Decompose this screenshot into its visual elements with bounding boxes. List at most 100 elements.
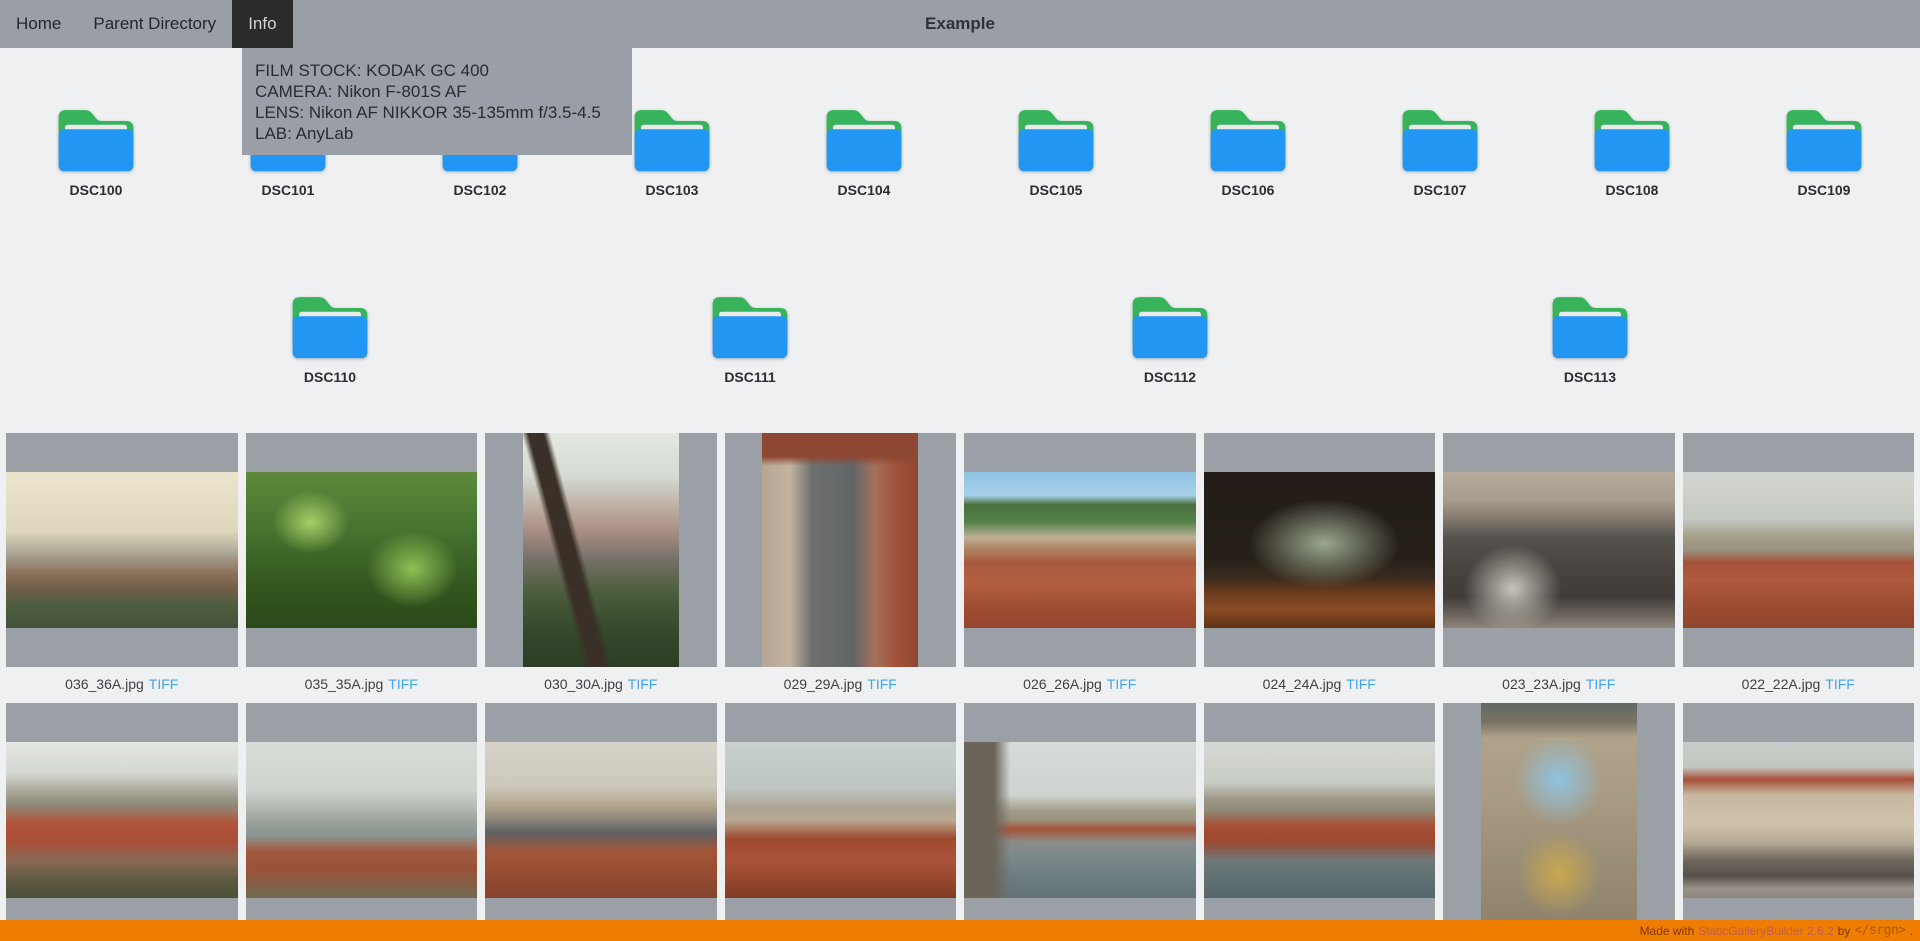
filename-label: 023_23A.jpg <box>1502 676 1581 692</box>
tiff-link[interactable]: TIFF <box>628 676 658 692</box>
photo-caption: 035_35A.jpg TIFF <box>246 667 478 703</box>
filename-label: 026_26A.jpg <box>1023 676 1102 692</box>
folder-grid-row2: DSC110 DSC111 DSC112 <box>0 288 1920 385</box>
photo-image <box>1683 472 1915 628</box>
footer-builder-link[interactable]: StaticGalleryBuilder 2.6.2 <box>1698 924 1833 938</box>
photo-image <box>246 742 478 898</box>
folder-label: DSC101 <box>262 182 315 198</box>
tiff-link[interactable]: TIFF <box>149 676 179 692</box>
tiff-link[interactable]: TIFF <box>388 676 418 692</box>
photo-grid-row2 <box>6 703 1914 941</box>
folder-item[interactable]: DSC112 <box>1124 288 1216 385</box>
folder-cell: DSC100 <box>0 101 192 198</box>
tooltip-line: CAMERA: Nikon F-801S AF <box>255 81 619 102</box>
photo-cell: 024_24A.jpg TIFF <box>1204 433 1436 703</box>
filename-label: 030_30A.jpg <box>544 676 623 692</box>
photo-image <box>1683 742 1915 898</box>
photo-thumbnail[interactable] <box>964 433 1196 667</box>
photo-thumbnail[interactable] <box>725 703 957 937</box>
folder-item[interactable]: DSC110 <box>284 288 376 385</box>
folder-label: DSC108 <box>1606 182 1659 198</box>
folder-icon <box>286 288 374 360</box>
photo-gallery: 036_36A.jpg TIFF 035_35A.jpg TIFF 030_30… <box>6 433 1914 941</box>
folder-icon <box>1126 288 1214 360</box>
photo-thumbnail[interactable] <box>6 703 238 937</box>
folder-label: DSC103 <box>646 182 699 198</box>
photo-cell <box>6 703 238 941</box>
filename-label: 022_22A.jpg <box>1742 676 1821 692</box>
folder-cell: DSC107 <box>1344 101 1536 198</box>
tiff-link[interactable]: TIFF <box>867 676 897 692</box>
folder-label: DSC102 <box>454 182 507 198</box>
folder-cell: DSC111 <box>704 288 796 385</box>
photo-thumbnail[interactable] <box>1683 703 1915 937</box>
photo-image <box>485 742 717 898</box>
folder-cell: DSC109 <box>1728 101 1920 198</box>
folder-icon <box>1012 101 1100 173</box>
photo-thumbnail[interactable] <box>964 703 1196 937</box>
folder-item[interactable]: DSC111 <box>704 288 796 385</box>
photo-image <box>964 742 1196 898</box>
photo-thumbnail[interactable] <box>1204 433 1436 667</box>
folder-cell: DSC110 <box>284 288 376 385</box>
photo-image <box>1204 742 1436 898</box>
folder-item[interactable]: DSC113 <box>1544 288 1636 385</box>
folder-item[interactable]: DSC108 <box>1586 101 1678 198</box>
folder-icon <box>1204 101 1292 173</box>
photo-thumbnail[interactable] <box>1443 703 1675 937</box>
photo-caption: 029_29A.jpg TIFF <box>725 667 957 703</box>
folder-label: DSC113 <box>1564 369 1616 385</box>
folder-item[interactable]: DSC103 <box>626 101 718 198</box>
photo-grid-row1: 036_36A.jpg TIFF 035_35A.jpg TIFF 030_30… <box>6 433 1914 703</box>
photo-caption: 036_36A.jpg TIFF <box>6 667 238 703</box>
folder-icon <box>1546 288 1634 360</box>
nav-item[interactable]: Home <box>0 0 77 48</box>
photo-cell <box>485 703 717 941</box>
photo-thumbnail[interactable] <box>1204 703 1436 937</box>
photo-thumbnail[interactable] <box>6 433 238 667</box>
photo-caption: 030_30A.jpg TIFF <box>485 667 717 703</box>
folder-label: DSC110 <box>304 369 356 385</box>
nav-item[interactable]: Info <box>232 0 292 48</box>
photo-thumbnail[interactable] <box>246 703 478 937</box>
photo-caption: 022_22A.jpg TIFF <box>1683 667 1915 703</box>
folder-cell: DSC106 <box>1152 101 1344 198</box>
photo-cell <box>1683 703 1915 941</box>
folder-item[interactable]: DSC105 <box>1010 101 1102 198</box>
photo-thumbnail[interactable] <box>1443 433 1675 667</box>
nav-item[interactable]: Parent Directory <box>77 0 232 48</box>
footer-made-with: Made with <box>1640 924 1695 938</box>
photo-thumbnail[interactable] <box>485 703 717 937</box>
photo-cell: 023_23A.jpg TIFF <box>1443 433 1675 703</box>
photo-thumbnail[interactable] <box>246 433 478 667</box>
photo-image <box>1481 703 1637 937</box>
photo-cell: 030_30A.jpg TIFF <box>485 433 717 703</box>
photo-cell: 035_35A.jpg TIFF <box>246 433 478 703</box>
photo-thumbnail[interactable] <box>1683 433 1915 667</box>
photo-image <box>725 742 957 898</box>
photo-thumbnail[interactable] <box>485 433 717 667</box>
folder-item[interactable]: DSC107 <box>1394 101 1486 198</box>
tiff-link[interactable]: TIFF <box>1586 676 1616 692</box>
photo-caption: 024_24A.jpg TIFF <box>1204 667 1436 703</box>
info-tooltip: FILM STOCK: KODAK GC 400 CAMERA: Nikon F… <box>242 48 632 155</box>
folder-item[interactable]: DSC106 <box>1202 101 1294 198</box>
folder-label: DSC112 <box>1144 369 1196 385</box>
folder-item[interactable]: DSC109 <box>1778 101 1870 198</box>
folder-cell: DSC113 <box>1544 288 1636 385</box>
tiff-link[interactable]: TIFF <box>1346 676 1376 692</box>
tiff-link[interactable]: TIFF <box>1825 676 1855 692</box>
photo-image <box>523 433 679 667</box>
photo-image <box>964 472 1196 628</box>
footer-logo-link[interactable]: </srgn> <box>1854 923 1905 938</box>
folder-item[interactable]: DSC100 <box>50 101 142 198</box>
photo-cell: 022_22A.jpg TIFF <box>1683 433 1915 703</box>
tiff-link[interactable]: TIFF <box>1107 676 1137 692</box>
filename-label: 035_35A.jpg <box>305 676 384 692</box>
folder-label: DSC109 <box>1798 182 1851 198</box>
folder-item[interactable]: DSC104 <box>818 101 910 198</box>
folder-cell: DSC104 <box>768 101 960 198</box>
folder-label: DSC100 <box>70 182 123 198</box>
photo-thumbnail[interactable] <box>725 433 957 667</box>
photo-image <box>6 742 238 898</box>
